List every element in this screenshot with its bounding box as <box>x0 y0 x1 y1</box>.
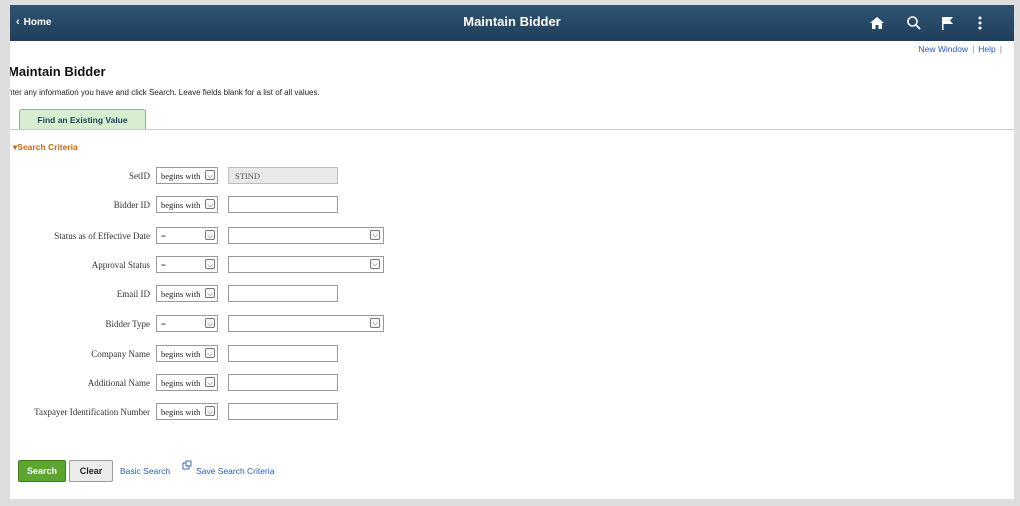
chevron-down-icon: ⌵ <box>205 288 215 298</box>
search-button[interactable]: Search <box>18 460 66 482</box>
setid-input: STIND <box>228 167 338 184</box>
search-criteria-header[interactable]: ▾Search Criteria <box>13 142 78 153</box>
approval-status-select[interactable]: ⌵ <box>228 256 384 273</box>
bidder-id-label: Bidder ID <box>113 200 150 210</box>
approval-status-row: Approval Status = ⌵ ⌵ <box>10 256 410 276</box>
home-icon[interactable] <box>868 14 886 32</box>
taxpayer-id-input[interactable] <box>228 403 338 420</box>
chevron-down-icon: ⌵ <box>205 318 215 328</box>
tab-divider <box>10 129 1014 130</box>
approval-status-label: Approval Status <box>91 260 150 270</box>
save-search-icon <box>182 460 192 470</box>
chevron-down-icon: ⌵ <box>370 318 380 328</box>
page-frame: ‹ Home Maintain Bidder New Window | Help | M… <box>10 5 1014 499</box>
chevron-down-icon: ⌵ <box>205 170 215 180</box>
bidder-type-row: Bidder Type = ⌵ ⌵ <box>10 315 410 335</box>
link-separator: | <box>999 44 1002 54</box>
additional-name-row: Additional Name begins with ⌵ <box>10 374 410 394</box>
link-separator: | <box>972 44 975 54</box>
company-name-row: Company Name begins with ⌵ <box>10 345 410 365</box>
chevron-down-icon: ⌵ <box>205 377 215 387</box>
status-effective-date-select[interactable]: ⌵ <box>228 227 384 244</box>
setid-label: SetID <box>129 171 150 181</box>
setid-row: SetID begins with ⌵ STIND <box>10 167 410 187</box>
basic-search-link[interactable]: Basic Search <box>120 466 170 476</box>
clear-button[interactable]: Clear <box>69 460 113 482</box>
utility-links: New Window | Help | <box>918 44 1006 54</box>
additional-name-label: Additional Name <box>87 378 150 388</box>
status-effective-date-label: Status as of Effective Date <box>54 231 150 241</box>
search-criteria-label: Search Criteria <box>17 142 78 152</box>
setid-operator-select[interactable]: begins with ⌵ <box>156 167 218 184</box>
bidder-type-select[interactable]: ⌵ <box>228 315 384 332</box>
chevron-down-icon: ⌵ <box>205 199 215 209</box>
chevron-down-icon: ⌵ <box>205 406 215 416</box>
chevron-down-icon: ⌵ <box>205 348 215 358</box>
status-effective-date-operator-select[interactable]: = ⌵ <box>156 227 218 244</box>
taxpayer-id-label: Taxpayer Identification Number <box>34 407 150 417</box>
company-name-label: Company Name <box>91 349 150 359</box>
top-navigation-bar: ‹ Home Maintain Bidder <box>10 5 1014 41</box>
chevron-down-icon: ⌵ <box>370 259 380 269</box>
bidder-id-input[interactable] <box>228 196 338 213</box>
help-link[interactable]: Help <box>978 44 995 54</box>
flag-icon[interactable] <box>938 14 956 32</box>
page-title: Maintain Bidder <box>10 64 106 79</box>
chevron-down-icon: ⌵ <box>205 230 215 240</box>
email-id-label: Email ID <box>116 289 150 299</box>
new-window-link[interactable]: New Window <box>918 44 968 54</box>
bidder-type-operator-select[interactable]: = ⌵ <box>156 315 218 332</box>
status-effective-date-row: Status as of Effective Date = ⌵ ⌵ <box>10 227 410 247</box>
taxpayer-id-row: Taxpayer Identification Number begins wi… <box>10 403 410 423</box>
email-id-input[interactable] <box>228 285 338 302</box>
more-vertical-icon[interactable] <box>971 14 989 32</box>
chevron-down-icon: ⌵ <box>370 230 380 240</box>
chevron-down-icon: ⌵ <box>205 259 215 269</box>
bidder-type-label: Bidder Type <box>105 319 150 329</box>
approval-status-operator-select[interactable]: = ⌵ <box>156 256 218 273</box>
tab-find-existing-value[interactable]: Find an Existing Value <box>19 109 146 130</box>
instructions-text: nter any information you have and click … <box>10 88 320 97</box>
search-icon[interactable] <box>905 14 923 32</box>
additional-name-input[interactable] <box>228 374 338 391</box>
bidder-id-row: Bidder ID begins with ⌵ <box>10 196 410 216</box>
email-id-operator-select[interactable]: begins with ⌵ <box>156 285 218 302</box>
additional-name-operator-select[interactable]: begins with ⌵ <box>156 374 218 391</box>
company-name-input[interactable] <box>228 345 338 362</box>
taxpayer-id-operator-select[interactable]: begins with ⌵ <box>156 403 218 420</box>
app-title: Maintain Bidder <box>463 14 561 29</box>
bidder-id-operator-select[interactable]: begins with ⌵ <box>156 196 218 213</box>
save-search-criteria-link[interactable]: Save Search Criteria <box>196 466 274 476</box>
company-name-operator-select[interactable]: begins with ⌵ <box>156 345 218 362</box>
email-id-row: Email ID begins with ⌵ <box>10 285 410 305</box>
